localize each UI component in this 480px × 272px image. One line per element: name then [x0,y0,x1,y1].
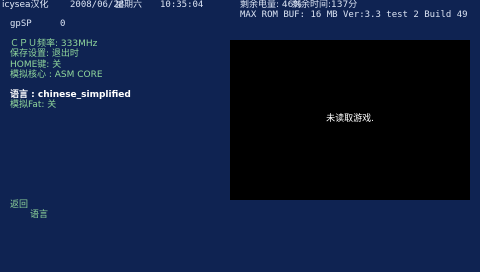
time-text: 10:35:04 [160,0,204,10]
app-title: icysea汉化 [2,0,49,10]
menu-item-save-setting[interactable]: 保存设置: 退出时 [10,49,79,60]
rom-info-text: MAX ROM BUF: 16 MB Ver:3.3 test 2 Build … [240,10,468,20]
menu-item-emulation-core[interactable]: 模拟核心 : ASM CORE [10,70,103,81]
preview-message: 未读取游戏. [326,114,374,124]
game-preview-panel: 未读取游戏. [230,40,470,200]
language-footer-label: 语言 [30,210,49,220]
gpsp-label: gpSP [10,19,32,29]
menu-item-emulated-fat[interactable]: 模拟Fat: 关 [10,100,56,111]
back-button[interactable]: 返回 [10,200,28,211]
gpsp-value: 0 [60,19,66,29]
weekday-text: 星期六 [115,0,143,10]
